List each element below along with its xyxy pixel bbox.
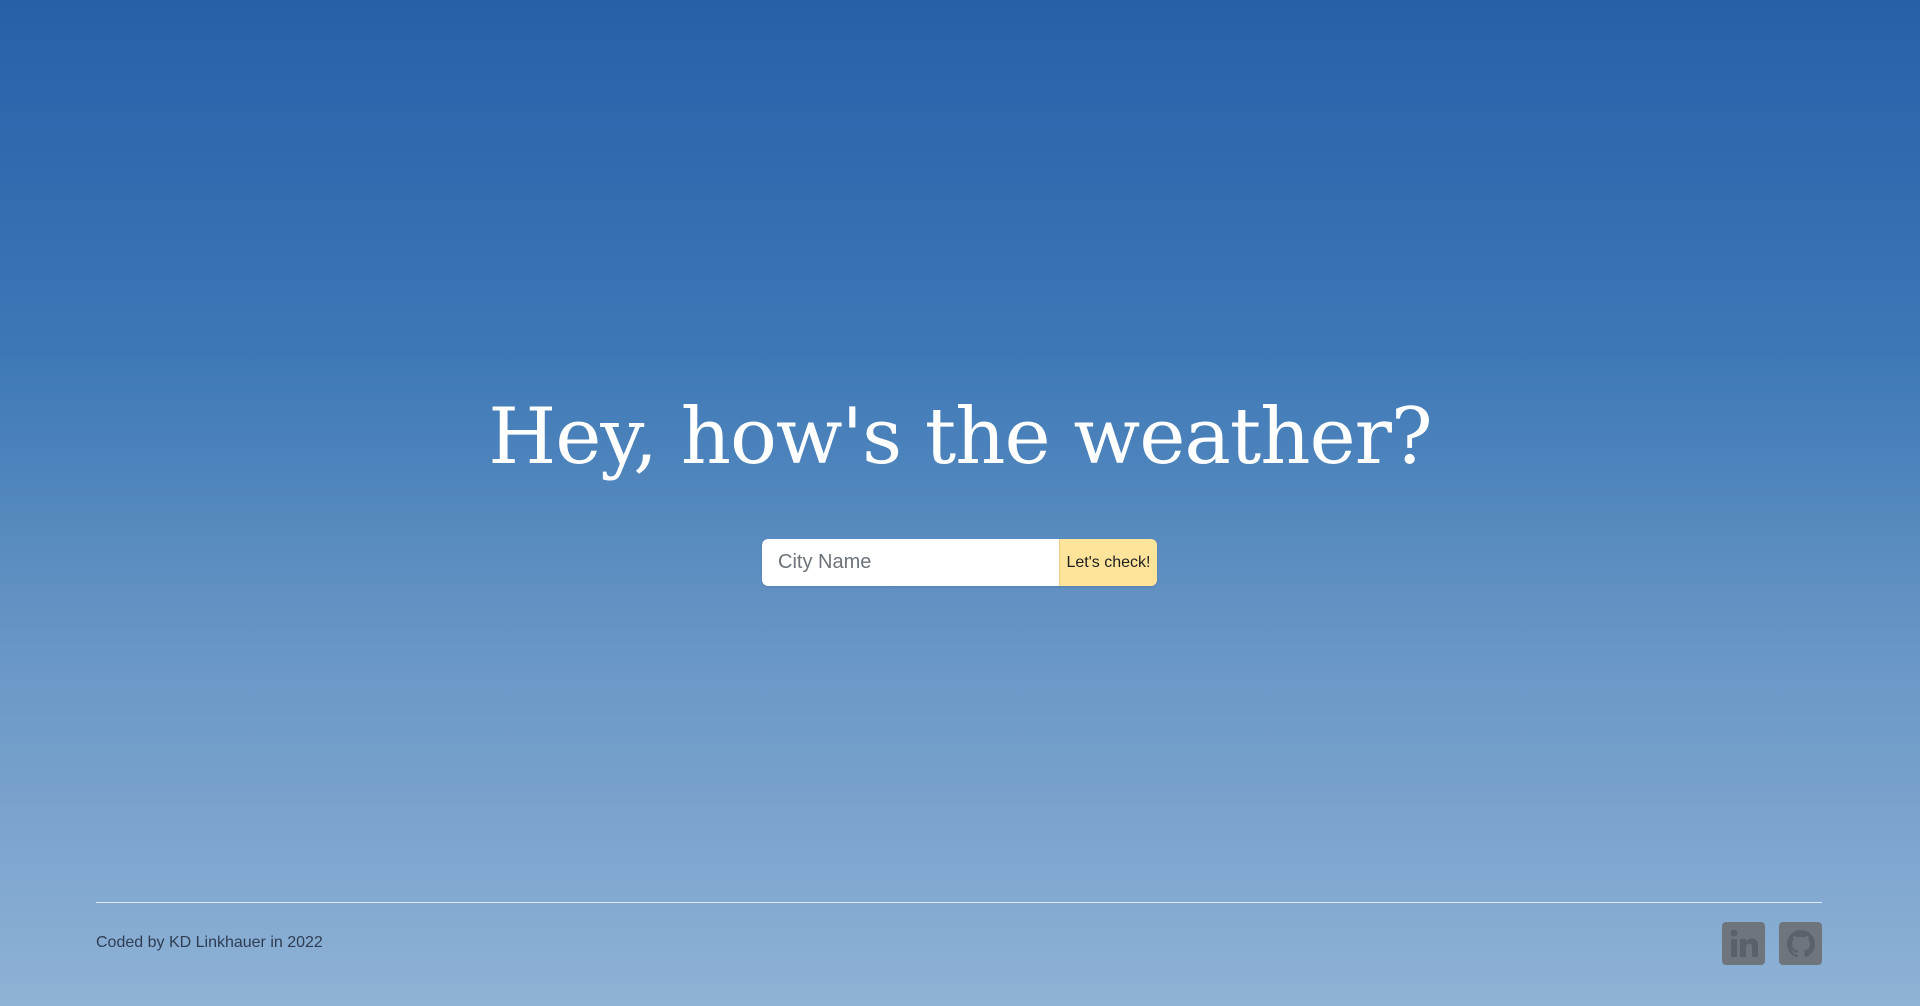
- footer-credit: Coded by KD Linkhauer in 2022: [96, 934, 323, 951]
- city-name-input[interactable]: [762, 539, 1059, 586]
- page-title: Hey, how's the weather?: [488, 392, 1433, 482]
- hero: Hey, how's the weather?: [0, 392, 1920, 482]
- footer-divider: [96, 902, 1822, 903]
- github-link[interactable]: [1779, 922, 1822, 965]
- linkedin-icon: [1727, 927, 1761, 961]
- github-icon: [1785, 928, 1817, 960]
- lets-check-button[interactable]: Let's check!: [1059, 539, 1157, 586]
- city-search-form: Let's check!: [762, 539, 1157, 586]
- linkedin-link[interactable]: [1722, 922, 1765, 965]
